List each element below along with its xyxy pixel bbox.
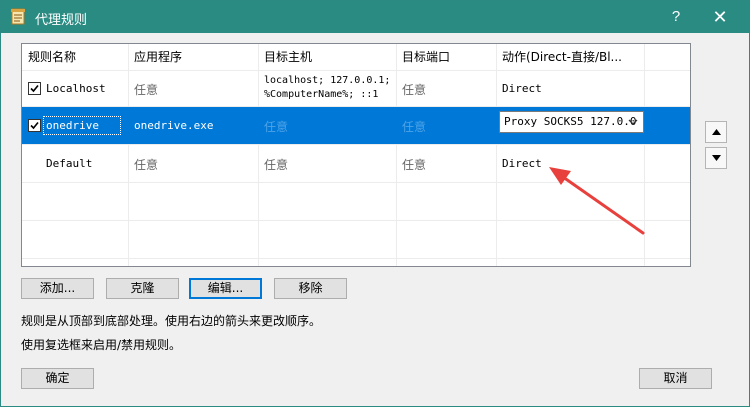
rule-target-host: %ComputerName%; ::1 [264,89,379,100]
rule-action: Direct [502,82,542,95]
help-button[interactable]: ? [653,1,699,33]
triangle-up-icon [712,129,721,135]
rule-target-port: 任意 [402,120,427,134]
rule-application: 任意 [134,158,159,172]
checkmark-icon [30,84,39,93]
rule-target-host: 任意 [264,158,289,172]
move-up-button[interactable] [705,121,727,143]
rule-target-port: 任意 [402,158,427,172]
rules-document-icon [11,8,25,25]
triangle-down-icon [712,155,721,161]
list-header: 规则名称 应用程序 目标主机 目标端口 动作(Direct-直接/Bl... [22,44,690,70]
rule-name: Default [46,157,93,170]
window-title: 代理规则 [35,12,88,27]
action-dropdown[interactable]: Proxy SOCKS5 127.0.0 [499,111,644,133]
column-header-action[interactable]: 动作(Direct-直接/Bl... [496,44,644,70]
close-button[interactable]: ✕ [697,1,743,33]
column-header-target-host[interactable]: 目标主机 [258,44,396,70]
chevron-down-icon [628,119,638,125]
info-checkbox-text: 使用复选框来启用/禁用规则。 [21,338,182,352]
ok-button[interactable]: 确定 [21,368,94,389]
rule-name: onedrive [46,119,99,132]
rule-application: 任意 [134,83,159,97]
remove-button[interactable]: 移除 [274,278,347,299]
column-header-application[interactable]: 应用程序 [128,44,258,70]
checkmark-icon [30,121,39,130]
table-row[interactable]: Localhost 任意 localhost; 127.0.0.1; %Comp… [22,71,690,106]
column-header-rule-name[interactable]: 规则名称 [22,44,128,70]
clone-button[interactable]: 克隆 [106,278,179,299]
proxy-rules-dialog: 代理规则 ? ✕ 规则名称 应用程序 目标主机 目标端口 动作(Direct-直… [0,0,750,407]
action-dropdown-value: Proxy SOCKS5 127.0.0 [504,115,637,128]
edit-button[interactable]: 编辑... [189,278,262,299]
rule-target-port: 任意 [402,83,427,97]
info-order-text: 规则是从顶部到底部处理。使用右边的箭头来更改顺序。 [21,314,322,328]
rule-name: Localhost [46,82,106,95]
rule-target-host: localhost; 127.0.0.1; [264,75,391,86]
row-divider [22,258,690,259]
cancel-button[interactable]: 取消 [639,368,712,389]
title-bar[interactable]: 代理规则 ? ✕ [1,1,749,33]
annotation-arrow-icon [549,167,645,235]
move-down-button[interactable] [705,147,727,169]
rule-target-host: 任意 [264,120,289,134]
column-header-target-port[interactable]: 目标端口 [396,44,496,70]
add-button[interactable]: 添加... [21,278,94,299]
rule-application: onedrive.exe [134,119,214,132]
